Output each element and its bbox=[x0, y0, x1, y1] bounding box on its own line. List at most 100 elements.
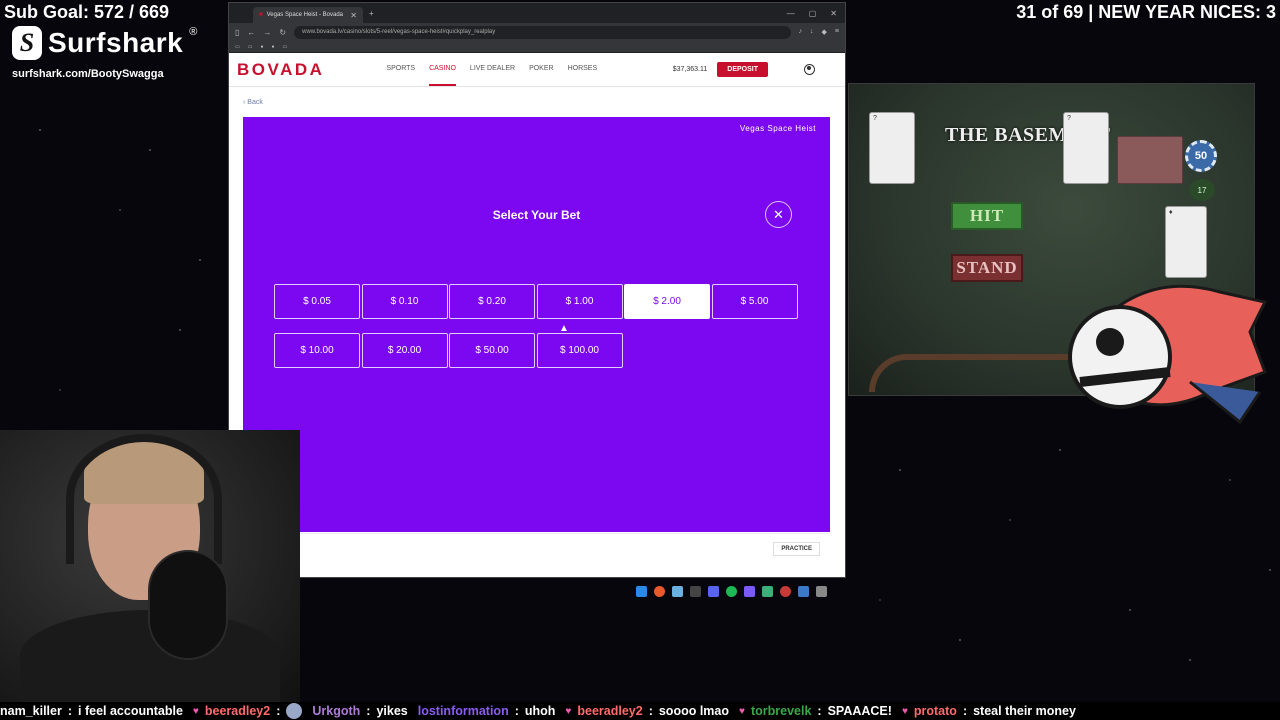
bookmark-icon[interactable]: ▭ bbox=[283, 44, 288, 50]
practice-button[interactable]: PRACTICE bbox=[773, 541, 820, 556]
app-icon[interactable] bbox=[780, 586, 791, 597]
bookmark-icon[interactable]: ● bbox=[272, 44, 275, 50]
chat-separator: : bbox=[514, 704, 519, 718]
chat-text: steal their money bbox=[973, 704, 1076, 718]
bet-option[interactable]: $ 0.20 bbox=[449, 284, 535, 319]
bet-option[interactable]: $ 100.00 bbox=[536, 333, 623, 368]
chat-message: ♥ protato: steal their money bbox=[902, 704, 1076, 718]
windows-start-icon[interactable] bbox=[636, 586, 647, 597]
forward-arrow-icon[interactable]: → bbox=[263, 28, 271, 37]
bookmarks-bar: ▭ ▭ ● ● ▭ bbox=[229, 41, 845, 53]
nav-casino[interactable]: CASINO bbox=[429, 53, 456, 86]
bet-option[interactable]: $ 1.00 bbox=[536, 284, 623, 319]
bet-option[interactable]: $ 0.10 bbox=[361, 284, 448, 319]
score-badge: 17 bbox=[1189, 179, 1215, 201]
nav-horses[interactable]: HORSES bbox=[568, 53, 598, 86]
bookmark-icon[interactable]: ▭ bbox=[248, 44, 253, 50]
sponsor-logo: S Surfshark ® bbox=[12, 26, 197, 60]
download-icon[interactable]: ↓ bbox=[810, 28, 814, 36]
nav-sports[interactable]: SPORTS bbox=[386, 53, 415, 86]
headset-icon bbox=[66, 434, 222, 564]
address-bar: ▯ ← → ↻ www.bovada.lv/casino/slots/5-ree… bbox=[229, 23, 845, 41]
bet-options: $ 0.05 $ 0.10 $ 0.20 $ 1.00 $ 2.00 $ 5.0… bbox=[274, 284, 798, 368]
heart-badge-icon: ♥ bbox=[739, 705, 745, 717]
extension-icon[interactable]: ◆ bbox=[822, 28, 827, 36]
back-label: Back bbox=[247, 99, 263, 106]
avatar-emote-icon bbox=[286, 703, 303, 719]
discord-icon[interactable] bbox=[708, 586, 719, 597]
bet-option[interactable]: $ 10.00 bbox=[274, 333, 360, 368]
bookmark-icon[interactable]: ● bbox=[260, 44, 263, 50]
sponsor-name: Surfshark bbox=[48, 27, 184, 58]
spotify-icon[interactable] bbox=[726, 586, 737, 597]
chat-message: ♥ beeradley2: soooo lmao bbox=[565, 704, 729, 718]
card-rank: ? bbox=[873, 115, 877, 122]
bet-option[interactable]: $ 50.00 bbox=[449, 333, 535, 368]
extension-icons: ♪ ↓ ◆ ≡ bbox=[799, 28, 839, 36]
volume-icon[interactable]: ♪ bbox=[799, 28, 803, 36]
chat-message: ♥ beeradley2: bbox=[192, 703, 303, 719]
subathon-counter: 31 of 69 | NEW YEAR NICES: 3 bbox=[1016, 2, 1276, 22]
playing-card: ? bbox=[869, 112, 915, 184]
card-rank: ? bbox=[1067, 115, 1071, 122]
close-icon[interactable]: ✕ bbox=[765, 201, 792, 228]
chat-separator: : bbox=[817, 704, 822, 718]
hit-button[interactable]: HIT bbox=[951, 202, 1023, 230]
browser-icon[interactable] bbox=[654, 586, 665, 597]
tab-favicon-icon: ■ bbox=[259, 12, 263, 18]
app-icon[interactable] bbox=[816, 586, 827, 597]
new-tab-icon[interactable]: + bbox=[369, 9, 374, 18]
bet-option-selected[interactable]: $ 2.00 bbox=[624, 284, 710, 319]
stand-button[interactable]: STAND bbox=[951, 254, 1023, 282]
bookmark-icon[interactable]: ▭ bbox=[235, 44, 240, 50]
registered-mark: ® bbox=[189, 26, 198, 38]
player-portrait bbox=[1117, 136, 1183, 184]
app-icon[interactable] bbox=[762, 586, 773, 597]
heart-badge-icon: ♥ bbox=[901, 705, 908, 717]
chat-user: beeradley2 bbox=[204, 704, 271, 718]
sidebar-toggle-icon[interactable]: ▯ bbox=[235, 28, 239, 37]
back-link[interactable]: ‹ Back bbox=[243, 99, 263, 106]
minimize-icon[interactable]: — bbox=[787, 9, 795, 18]
chat-message: Urkgoth: yikes bbox=[312, 704, 407, 718]
mouse-cursor-icon: ▲ bbox=[559, 323, 569, 334]
chat-separator: : bbox=[648, 704, 653, 718]
window-close-icon[interactable]: ✕ bbox=[830, 9, 837, 18]
tab-close-icon[interactable]: ✕ bbox=[350, 11, 357, 20]
bet-option[interactable]: $ 0.05 bbox=[274, 284, 360, 319]
maximize-icon[interactable]: ▢ bbox=[809, 9, 817, 18]
select-bet-title: Select Your Bet bbox=[492, 208, 581, 222]
chat-text: SPAAACE! bbox=[827, 704, 892, 718]
app-icon[interactable] bbox=[798, 586, 809, 597]
chat-message: lostinformation: uhoh bbox=[418, 704, 556, 718]
nav-live-dealer[interactable]: LIVE DEALER bbox=[470, 53, 515, 86]
bet-option[interactable]: $ 20.00 bbox=[361, 333, 448, 368]
chat-user: protato bbox=[913, 704, 957, 718]
nav-poker[interactable]: POKER bbox=[529, 53, 554, 86]
browser-tab[interactable]: ■ Vegas Space Heist - Bovada ✕ bbox=[253, 7, 363, 23]
chat-text: yikes bbox=[376, 704, 408, 718]
account-icon[interactable] bbox=[804, 64, 815, 75]
surfshark-icon: S bbox=[12, 26, 42, 60]
site-header: BOVADA SPORTS CASINO LIVE DEALER POKER H… bbox=[229, 53, 845, 87]
menu-icon[interactable]: ≡ bbox=[835, 28, 839, 36]
account-balance[interactable]: $37,363.11 bbox=[673, 66, 708, 73]
chat-message: nam_killer: i feel accountable bbox=[0, 704, 183, 718]
back-arrow-icon[interactable]: ← bbox=[247, 28, 255, 37]
app-icon[interactable] bbox=[690, 586, 701, 597]
deposit-button[interactable]: DEPOSIT bbox=[717, 62, 768, 77]
chat-user: nam_killer bbox=[0, 704, 62, 718]
chat-text: i feel accountable bbox=[78, 704, 183, 718]
app-icon[interactable] bbox=[672, 586, 683, 597]
bet-option[interactable]: $ 5.00 bbox=[711, 284, 798, 319]
taskbar bbox=[636, 586, 827, 597]
heart-badge-icon: ♥ bbox=[192, 705, 199, 717]
chat-separator: : bbox=[276, 704, 281, 718]
bovada-logo[interactable]: BOVADA bbox=[237, 60, 324, 80]
url-field[interactable]: www.bovada.lv/casino/slots/5-reel/vegas-… bbox=[294, 25, 791, 39]
reload-icon[interactable]: ↻ bbox=[279, 28, 286, 37]
tab-title: Vegas Space Heist - Bovada bbox=[266, 12, 344, 18]
game-title: Vegas Space Heist bbox=[739, 124, 816, 133]
app-icon[interactable] bbox=[744, 586, 755, 597]
heart-badge-icon: ♥ bbox=[565, 705, 572, 717]
